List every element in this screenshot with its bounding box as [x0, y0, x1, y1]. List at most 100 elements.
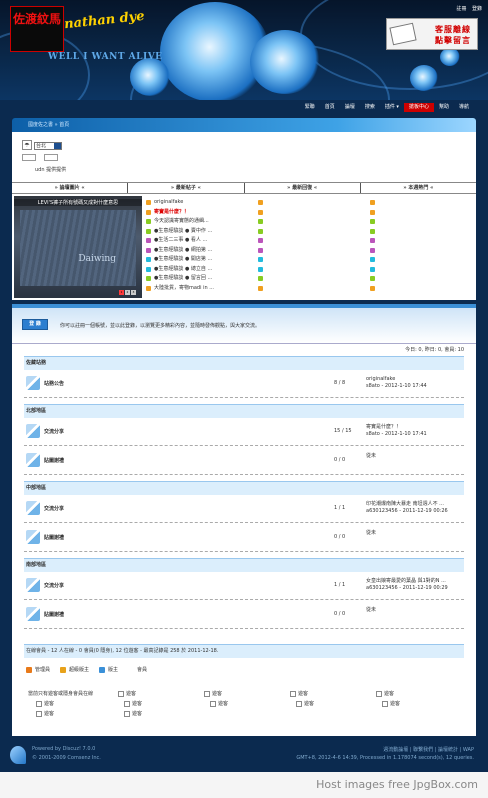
slider-caption[interactable]: LEVI'S褲子所有號碼又成對什麼意思: [14, 199, 142, 206]
last-post-title[interactable]: 女皇出娘寄最愛的葉晶 與1對的N ...: [366, 578, 448, 585]
list-item[interactable]: [258, 236, 368, 246]
forum-stats: 今日: 0, 昨日: 0, 會員: 10: [405, 347, 464, 353]
forum-name[interactable]: 交流分享: [44, 582, 64, 589]
slider-page-2[interactable]: 2: [125, 290, 130, 295]
bullet-icon: [258, 266, 263, 272]
bullet-icon: [146, 209, 151, 215]
breadcrumb[interactable]: 國度佐之書 » 首頁: [12, 118, 476, 132]
online-members-bar[interactable]: 在線會員 - 12 人在線 - 0 會員(0 隱身), 12 位遊客 - 最高記…: [24, 644, 464, 658]
forum-name[interactable]: 貼圖謝禮: [44, 457, 64, 464]
list-item[interactable]: [258, 227, 368, 237]
list-item[interactable]: originalfake: [146, 198, 256, 208]
site-logo[interactable]: 佐渡紋馬: [10, 6, 64, 52]
list-item[interactable]: [258, 198, 368, 208]
powered-by[interactable]: Powered by Discuz! 7.0.0: [32, 746, 95, 752]
bullet-icon: [370, 219, 375, 225]
nav-item-plugins[interactable]: 插件 ▾: [380, 103, 404, 112]
flower-small: [130, 58, 170, 96]
list-item[interactable]: [370, 208, 480, 218]
forum-name[interactable]: 交流分享: [44, 505, 64, 512]
section-header[interactable]: 北部地區: [24, 404, 464, 418]
list-item[interactable]: [370, 236, 480, 246]
last-post-title[interactable]: 印花潮爆南陳大暴走 南坦週人不 ...: [366, 501, 448, 508]
bullet-icon: [370, 266, 375, 272]
list-item[interactable]: ●生意經驗談 ● 賣中作 ...: [146, 227, 256, 237]
list-item[interactable]: 寄實是什麼？！: [146, 208, 256, 218]
site-logo-script: nathan dye: [63, 8, 146, 33]
list-item[interactable]: [370, 227, 480, 237]
forum-name[interactable]: 站務公告: [44, 380, 64, 387]
guest-icon: [376, 690, 382, 697]
list-item[interactable]: 今天認識寄實態的通緝...: [146, 217, 256, 227]
forum-name[interactable]: 貼圖謝禮: [44, 534, 64, 541]
bullet-icon: [258, 285, 263, 291]
guest-icon: [210, 700, 216, 707]
list-item[interactable]: ●生意經驗談 ● 總立自 ...: [146, 265, 256, 275]
forum-icon: [26, 578, 40, 592]
forum-count: 15 / 15: [334, 428, 352, 434]
list-item[interactable]: [370, 198, 480, 208]
bullet-icon: [146, 257, 151, 263]
list-item[interactable]: [370, 246, 480, 256]
watermark: Host images free JpgBox.com: [0, 772, 488, 798]
slider-page-1[interactable]: 1: [119, 290, 124, 295]
bullet-icon: [258, 247, 263, 253]
section-header[interactable]: 南部地區: [24, 558, 464, 572]
section-header[interactable]: 佐藏站務: [24, 356, 464, 370]
forum-name[interactable]: 交流分享: [44, 428, 64, 435]
list-item[interactable]: ●生意經驗談 ● 網拍第 ...: [146, 246, 256, 256]
list-item[interactable]: [258, 208, 368, 218]
list-item[interactable]: [258, 246, 368, 256]
list-item[interactable]: [258, 284, 368, 294]
nav-item-help[interactable]: 幫助: [434, 103, 454, 112]
list-item[interactable]: 大陸批貨，寄物madi in ...: [146, 284, 256, 294]
nav-item-rush-center[interactable]: 搶板中心: [403, 103, 434, 112]
list-item[interactable]: [370, 284, 480, 294]
legend-label: 會員: [137, 667, 148, 673]
list-item[interactable]: ●生意經驗談 ● 留言回 ...: [146, 274, 256, 284]
list-item[interactable]: [370, 255, 480, 265]
register-link[interactable]: 註冊: [456, 6, 466, 12]
last-post-title[interactable]: 從未: [366, 453, 376, 460]
last-post-title[interactable]: 從未: [366, 530, 376, 537]
forum-name[interactable]: 貼圖謝禮: [44, 611, 64, 618]
nav-item-search[interactable]: 搜索: [360, 103, 380, 112]
login-link[interactable]: 登錄: [472, 6, 482, 12]
list-item[interactable]: ●生意經驗談 ● 開店第 ...: [146, 255, 256, 265]
guest-icon: [204, 690, 210, 697]
list-item[interactable]: ●生活二三事 ● 看人 ...: [146, 236, 256, 246]
last-post-title[interactable]: 從未: [366, 607, 376, 614]
list-item[interactable]: [258, 265, 368, 275]
bullet-icon: [370, 285, 375, 291]
forum-count: 0 / 0: [334, 611, 346, 617]
list-item[interactable]: [258, 217, 368, 227]
bullet-icon: [370, 228, 375, 234]
section-header[interactable]: 中部地區: [24, 481, 464, 495]
city-select[interactable]: 台北: [34, 142, 62, 150]
list-item-label: 寄實是什麼？！: [154, 208, 190, 215]
guest-label: 遊客: [126, 691, 137, 697]
slider-page-3[interactable]: 3: [131, 290, 136, 295]
list-item[interactable]: [258, 274, 368, 284]
bullet-icon: [258, 257, 263, 263]
list-item[interactable]: [370, 265, 480, 275]
login-button[interactable]: 登 錄: [22, 319, 48, 330]
last-post-title[interactable]: 寄實是什麼？！: [366, 424, 427, 431]
last-post: 女皇出娘寄最愛的葉晶 與1對的N ... a630123456 - 2011-12…: [366, 578, 448, 592]
nav-item-forum-map[interactable]: 緊聯: [300, 103, 320, 112]
bullet-icon: [258, 228, 263, 234]
list-item[interactable]: [370, 217, 480, 227]
nav-item-navigation[interactable]: 導航: [454, 103, 474, 112]
list-item[interactable]: [258, 255, 368, 265]
nav-item-home[interactable]: 首頁: [320, 103, 340, 112]
customer-service-box[interactable]: 客服離線 點擊留言: [386, 18, 478, 50]
list-item[interactable]: [370, 274, 480, 284]
featured-image-slider[interactable]: LEVI'S褲子所有號碼又成對什麼意思 Daiwing 1 2 3: [14, 196, 142, 298]
last-post: originalfake s8ato - 2012-1-10 17:44: [366, 376, 427, 390]
guest-entry: 遊客: [204, 690, 222, 697]
envelope-icon: [389, 22, 417, 46]
last-post-title[interactable]: originalfake: [366, 376, 427, 383]
footer-links[interactable]: 週流動論壇 | 聯繫我們 | 論壇統計 | WAP: [383, 746, 474, 753]
nav-item-forum[interactable]: 論壇: [340, 103, 360, 112]
bullet-icon: [146, 238, 151, 244]
